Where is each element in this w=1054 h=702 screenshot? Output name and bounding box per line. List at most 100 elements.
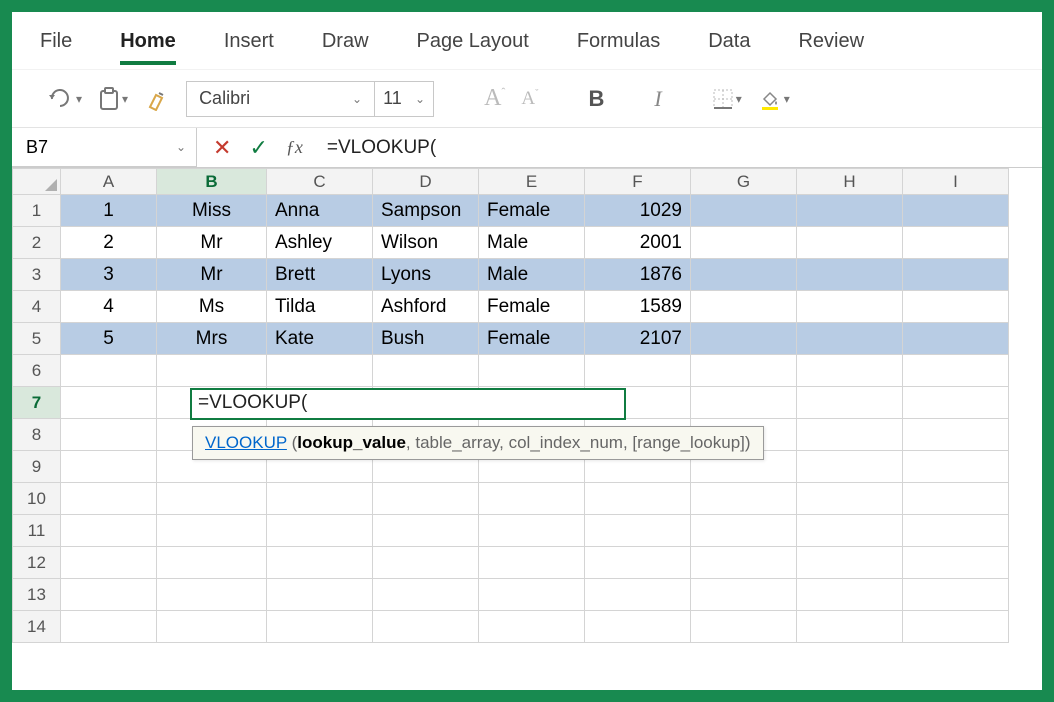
column-header-A[interactable]: A (61, 169, 157, 195)
row-header-8[interactable]: 8 (13, 419, 61, 451)
cell-H3[interactable] (797, 259, 903, 291)
cell-B6[interactable] (157, 355, 267, 387)
decrease-font-button[interactable]: Aˇ (521, 88, 538, 110)
cell-H12[interactable] (797, 547, 903, 579)
cell-D1[interactable]: Sampson (373, 195, 479, 227)
cell-G6[interactable] (691, 355, 797, 387)
cell-A7[interactable] (61, 387, 157, 419)
tab-data[interactable]: Data (708, 16, 750, 65)
name-box[interactable]: B7 ⌄ (12, 128, 197, 167)
cell-E7[interactable] (479, 387, 585, 419)
cell-H8[interactable] (797, 419, 903, 451)
cell-C4[interactable]: Tilda (267, 291, 373, 323)
row-header-4[interactable]: 4 (13, 291, 61, 323)
row-header-11[interactable]: 11 (13, 515, 61, 547)
column-header-I[interactable]: I (903, 169, 1009, 195)
cell-H1[interactable] (797, 195, 903, 227)
increase-font-button[interactable]: Aˆ (484, 85, 505, 112)
cell-A2[interactable]: 2 (61, 227, 157, 259)
cell-D12[interactable] (373, 547, 479, 579)
cell-C1[interactable]: Anna (267, 195, 373, 227)
cell-D7[interactable] (373, 387, 479, 419)
tab-draw[interactable]: Draw (322, 16, 369, 65)
cell-G10[interactable] (691, 483, 797, 515)
cell-G7[interactable] (691, 387, 797, 419)
cell-I3[interactable] (903, 259, 1009, 291)
cell-H13[interactable] (797, 579, 903, 611)
row-header-1[interactable]: 1 (13, 195, 61, 227)
bold-button[interactable]: B (588, 86, 604, 112)
cell-E11[interactable] (479, 515, 585, 547)
cell-F1[interactable]: 1029 (585, 195, 691, 227)
cell-A3[interactable]: 3 (61, 259, 157, 291)
tab-insert[interactable]: Insert (224, 16, 274, 65)
cell-G13[interactable] (691, 579, 797, 611)
cell-G14[interactable] (691, 611, 797, 643)
row-header-3[interactable]: 3 (13, 259, 61, 291)
cell-F14[interactable] (585, 611, 691, 643)
cell-C2[interactable]: Ashley (267, 227, 373, 259)
cell-G5[interactable] (691, 323, 797, 355)
cell-F11[interactable] (585, 515, 691, 547)
cell-D10[interactable] (373, 483, 479, 515)
cell-C6[interactable] (267, 355, 373, 387)
cell-I11[interactable] (903, 515, 1009, 547)
cell-C7[interactable] (267, 387, 373, 419)
cell-E12[interactable] (479, 547, 585, 579)
cell-F4[interactable]: 1589 (585, 291, 691, 323)
tooltip-function-link[interactable]: VLOOKUP (205, 433, 287, 452)
cell-I1[interactable] (903, 195, 1009, 227)
cell-A11[interactable] (61, 515, 157, 547)
cell-I2[interactable] (903, 227, 1009, 259)
cell-G2[interactable] (691, 227, 797, 259)
cell-G1[interactable] (691, 195, 797, 227)
cell-C12[interactable] (267, 547, 373, 579)
cell-I10[interactable] (903, 483, 1009, 515)
cell-I8[interactable] (903, 419, 1009, 451)
cell-E3[interactable]: Male (479, 259, 585, 291)
cell-A8[interactable] (61, 419, 157, 451)
tab-review[interactable]: Review (798, 16, 864, 65)
row-header-5[interactable]: 5 (13, 323, 61, 355)
cell-F3[interactable]: 1876 (585, 259, 691, 291)
row-header-2[interactable]: 2 (13, 227, 61, 259)
cell-H14[interactable] (797, 611, 903, 643)
cell-E14[interactable] (479, 611, 585, 643)
tab-formulas[interactable]: Formulas (577, 16, 660, 65)
cell-I12[interactable] (903, 547, 1009, 579)
spreadsheet-grid[interactable]: ABCDEFGHI11MissAnnaSampsonFemale102922Mr… (12, 168, 1042, 690)
cell-B13[interactable] (157, 579, 267, 611)
cell-E5[interactable]: Female (479, 323, 585, 355)
cell-I6[interactable] (903, 355, 1009, 387)
row-header-13[interactable]: 13 (13, 579, 61, 611)
cell-D11[interactable] (373, 515, 479, 547)
cell-H9[interactable] (797, 451, 903, 483)
cell-E13[interactable] (479, 579, 585, 611)
cell-H10[interactable] (797, 483, 903, 515)
cell-F6[interactable] (585, 355, 691, 387)
cell-B5[interactable]: Mrs (157, 323, 267, 355)
cell-H6[interactable] (797, 355, 903, 387)
cell-A10[interactable] (61, 483, 157, 515)
borders-button[interactable]: ▾ (712, 88, 742, 110)
cell-D3[interactable]: Lyons (373, 259, 479, 291)
tab-page-layout[interactable]: Page Layout (417, 16, 529, 65)
cell-I14[interactable] (903, 611, 1009, 643)
cell-A9[interactable] (61, 451, 157, 483)
cell-I13[interactable] (903, 579, 1009, 611)
row-header-14[interactable]: 14 (13, 611, 61, 643)
cell-F13[interactable] (585, 579, 691, 611)
cell-E2[interactable]: Male (479, 227, 585, 259)
cell-G12[interactable] (691, 547, 797, 579)
undo-button[interactable]: ▾ (48, 88, 82, 110)
cell-I5[interactable] (903, 323, 1009, 355)
cell-H4[interactable] (797, 291, 903, 323)
cell-B14[interactable] (157, 611, 267, 643)
font-name-select[interactable]: Calibri ⌄ (187, 82, 375, 116)
cell-G3[interactable] (691, 259, 797, 291)
cell-F2[interactable]: 2001 (585, 227, 691, 259)
cell-B12[interactable] (157, 547, 267, 579)
cell-B4[interactable]: Ms (157, 291, 267, 323)
cell-D13[interactable] (373, 579, 479, 611)
cell-H11[interactable] (797, 515, 903, 547)
